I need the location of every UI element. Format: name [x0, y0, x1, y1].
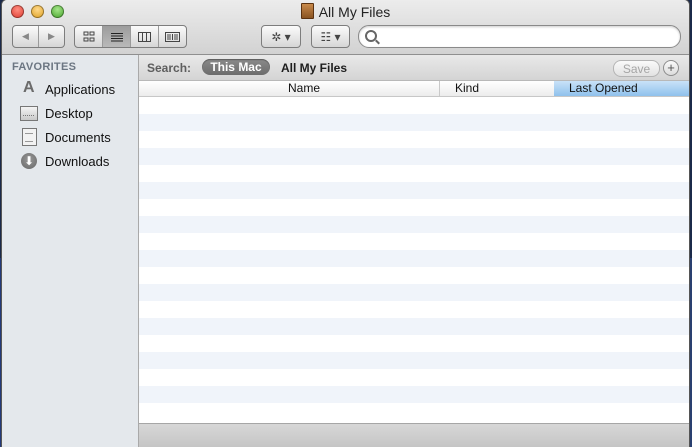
- action-menu-button[interactable]: ✲ ▾: [261, 25, 301, 48]
- column-view-button[interactable]: [131, 26, 159, 47]
- status-bar: [139, 423, 689, 447]
- titlebar: All My Files ◀ ▶ ✲ ▾ ☷ ▾: [2, 0, 689, 55]
- finder-window: All My Files ◀ ▶ ✲ ▾ ☷ ▾ FAVORITES A App…: [2, 0, 689, 447]
- forward-arrow-icon: ▶: [48, 31, 55, 41]
- search-scope-label: Search:: [147, 61, 192, 75]
- sidebar-item-label: Downloads: [45, 153, 110, 169]
- desktop-icon-wrap: [20, 104, 38, 122]
- file-list[interactable]: [139, 97, 689, 422]
- scope-all-my-files-button[interactable]: All My Files: [281, 61, 347, 75]
- empty-row-stripe: [139, 199, 689, 216]
- empty-row-stripe: [139, 284, 689, 301]
- cover-flow-icon: [165, 31, 180, 42]
- empty-row-stripe: [139, 352, 689, 369]
- add-criteria-button[interactable]: +: [663, 60, 679, 76]
- column-header-row: Name Kind Last Opened: [139, 81, 689, 97]
- sidebar-item-label: Documents: [45, 129, 111, 145]
- empty-row-stripe: [139, 97, 689, 114]
- all-my-files-icon: [300, 3, 314, 19]
- documents-icon: [21, 128, 37, 146]
- sidebar: FAVORITES Applications Desktop Documents…: [2, 55, 139, 447]
- column-header-name-label: Name: [287, 81, 320, 95]
- documents-icon-wrap: [20, 128, 38, 146]
- column-header-kind[interactable]: Kind: [441, 81, 568, 96]
- empty-row-stripe: [139, 131, 689, 148]
- empty-row-stripe: [139, 250, 689, 267]
- sidebar-item-applications[interactable]: Applications: [2, 78, 138, 100]
- arrange-menu-button[interactable]: ☷ ▾: [311, 25, 350, 48]
- cover-flow-button[interactable]: [159, 26, 186, 47]
- view-mode-control: [74, 25, 187, 48]
- save-search-button[interactable]: Save: [613, 60, 660, 77]
- empty-row-stripe: [139, 301, 689, 318]
- empty-row-stripe: [139, 369, 689, 386]
- list-view-icon: [110, 32, 123, 41]
- empty-row-stripe: [139, 403, 689, 420]
- icon-view-icon: [83, 31, 94, 42]
- sidebar-item-label: Applications: [45, 81, 116, 97]
- back-arrow-icon: ◀: [22, 31, 29, 41]
- scope-this-mac-button[interactable]: This Mac: [202, 59, 270, 75]
- empty-row-stripe: [139, 216, 689, 233]
- back-button[interactable]: ◀: [13, 26, 39, 47]
- window-title: All My Files: [318, 4, 391, 20]
- column-view-icon: [138, 31, 151, 42]
- search-field[interactable]: [358, 25, 681, 48]
- list-view-button[interactable]: [103, 26, 131, 47]
- applications-icon: [21, 79, 37, 97]
- sidebar-item-desktop[interactable]: Desktop: [2, 102, 138, 124]
- empty-row-stripe: [139, 233, 689, 250]
- sidebar-item-documents[interactable]: Documents: [2, 126, 138, 148]
- column-header-last-opened[interactable]: Last Opened: [554, 81, 689, 96]
- search-input[interactable]: [379, 27, 673, 47]
- search-icon: [365, 30, 377, 42]
- back-forward-control: ◀ ▶: [12, 25, 65, 48]
- empty-row-stripe: [139, 165, 689, 182]
- icon-view-button[interactable]: [75, 26, 103, 47]
- file-list-pane: Search: This Mac All My Files Save + Nam…: [139, 55, 689, 447]
- empty-row-stripe: [139, 114, 689, 131]
- downloads-icon: ⬇: [21, 153, 37, 169]
- column-header-name[interactable]: Name: [139, 81, 440, 96]
- desktop-icon: [20, 105, 38, 121]
- empty-row-stripe: [139, 318, 689, 335]
- gear-icon: ✲ ▾: [271, 29, 291, 44]
- empty-row-stripe: [139, 148, 689, 165]
- arrange-icon: ☷ ▾: [320, 29, 341, 44]
- sidebar-heading-favorites: FAVORITES: [12, 61, 77, 73]
- window-title-area: All My Files: [2, 3, 689, 20]
- empty-row-stripe: [139, 386, 689, 403]
- sidebar-item-downloads[interactable]: ⬇ Downloads: [2, 150, 138, 172]
- applications-icon-wrap: [20, 79, 38, 98]
- downloads-icon-wrap: ⬇: [20, 152, 38, 170]
- empty-row-stripe: [139, 335, 689, 352]
- empty-row-stripe: [139, 182, 689, 199]
- sidebar-item-label: Desktop: [45, 105, 93, 121]
- forward-button[interactable]: ▶: [39, 26, 64, 47]
- empty-row-stripe: [139, 267, 689, 284]
- search-scope-bar: Search: This Mac All My Files Save +: [139, 55, 689, 81]
